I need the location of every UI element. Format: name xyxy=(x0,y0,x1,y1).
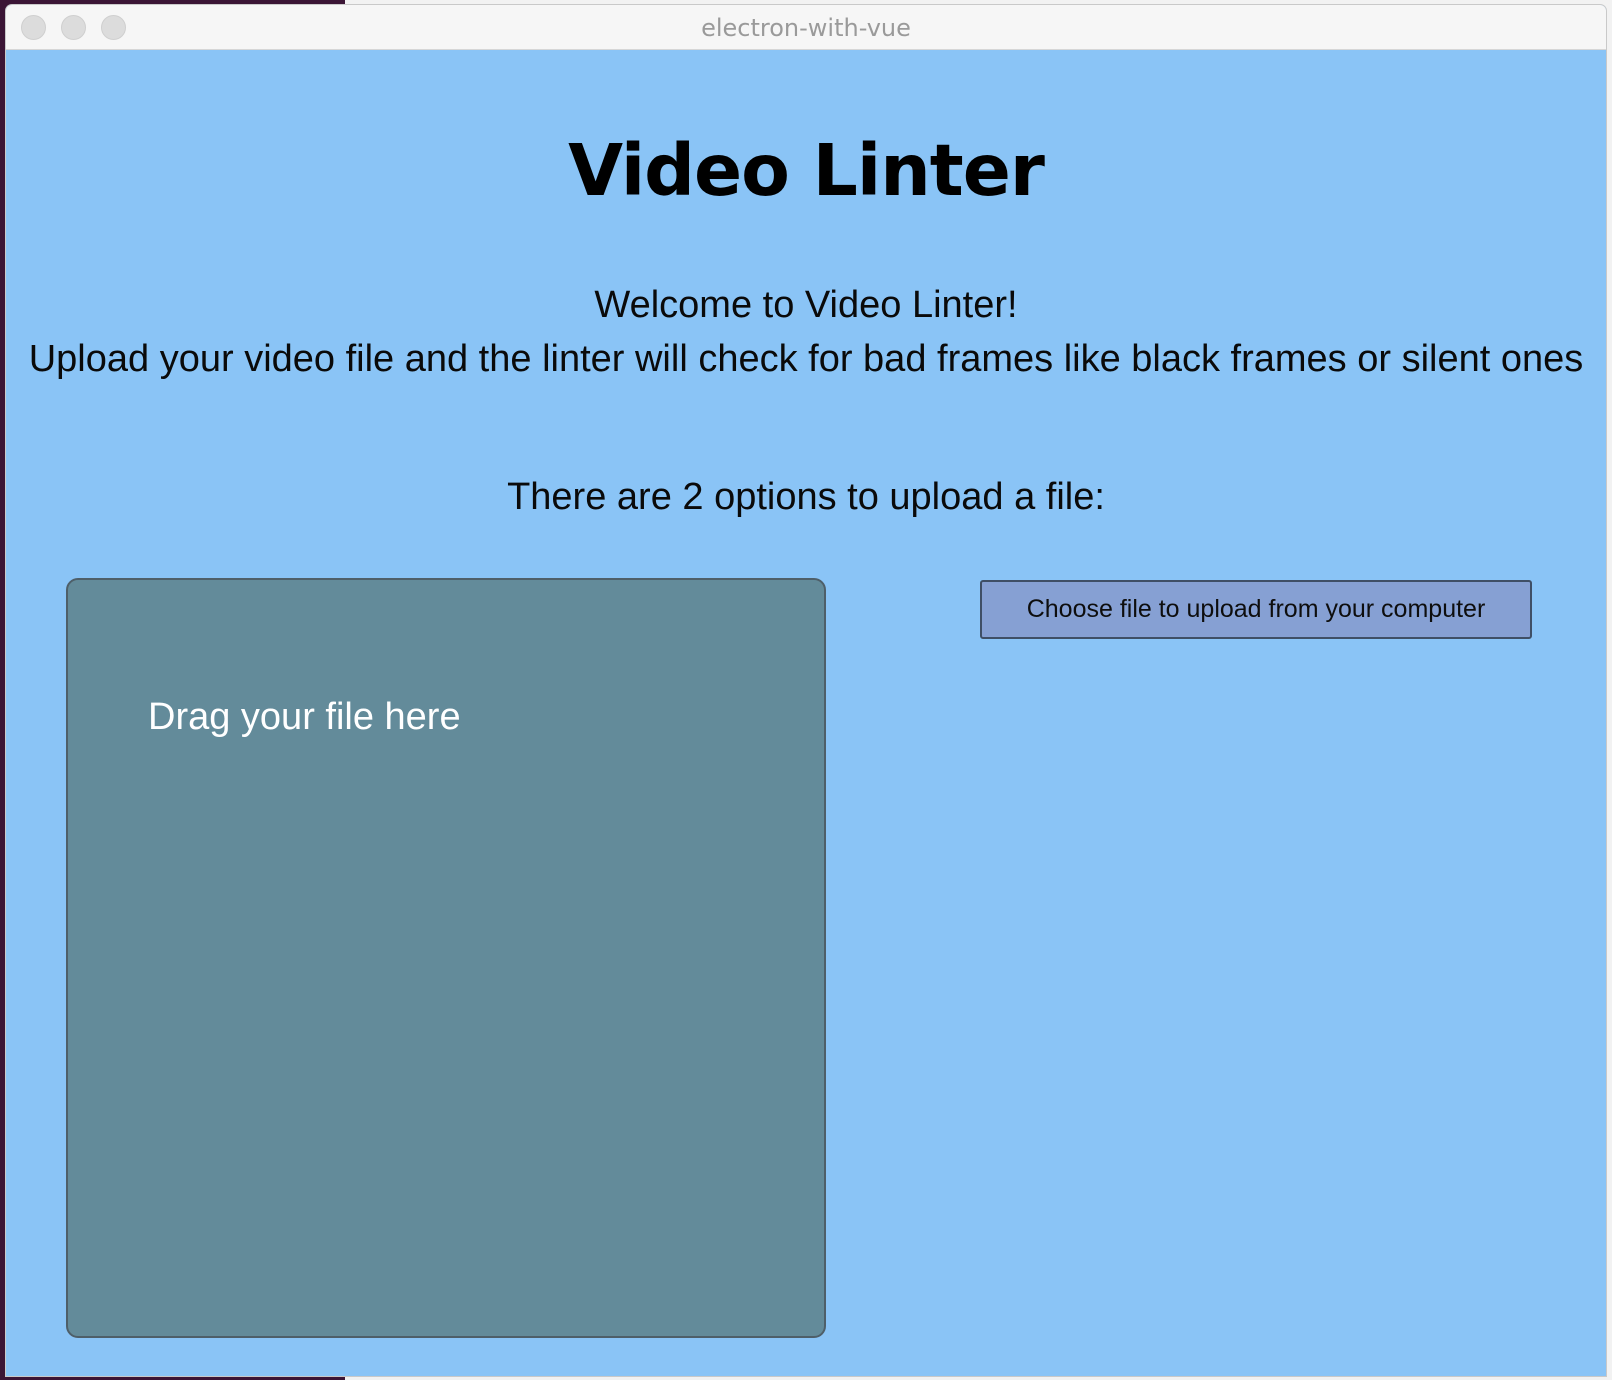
app-content: Video Linter Welcome to Video Linter! Up… xyxy=(6,50,1606,1376)
app-window: electron-with-vue Video Linter Welcome t… xyxy=(6,5,1606,1376)
description-text: Upload your video file and the linter wi… xyxy=(28,338,1584,380)
page-title: Video Linter xyxy=(568,129,1045,212)
dropzone-label: Drag your file here xyxy=(148,696,461,738)
welcome-text: Welcome to Video Linter! xyxy=(594,284,1018,326)
window-titlebar[interactable]: electron-with-vue xyxy=(6,5,1606,50)
window-title: electron-with-vue xyxy=(701,14,911,42)
options-heading: There are 2 options to upload a file: xyxy=(507,476,1105,518)
intro-text: Welcome to Video Linter! Upload your vid… xyxy=(6,278,1606,386)
choose-file-button[interactable]: Choose file to upload from your computer xyxy=(980,580,1532,639)
file-dropzone[interactable]: Drag your file here xyxy=(66,578,826,1338)
